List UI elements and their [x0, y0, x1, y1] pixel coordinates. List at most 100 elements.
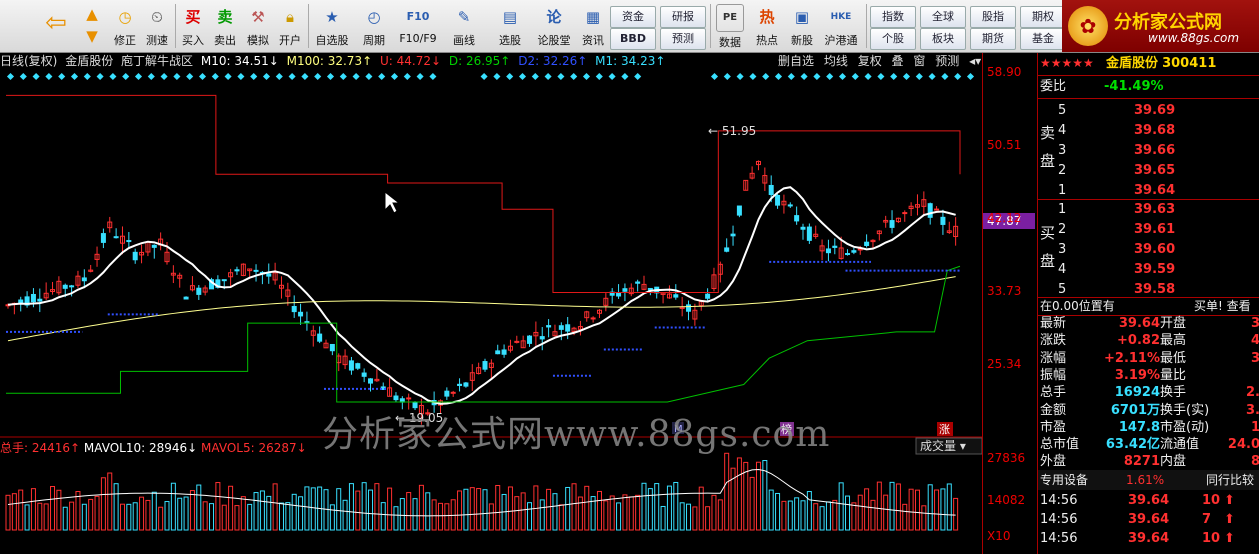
tab-moving-average[interactable]: 均线 — [824, 54, 848, 68]
volume-bar — [425, 492, 431, 531]
scroll-buttons[interactable]: ▲ ▼ — [80, 2, 104, 50]
rating-stars: ★★★★★ — [1040, 56, 1094, 70]
new-stock-button[interactable]: ▣ 新股 — [786, 2, 818, 50]
kline-chart[interactable]: ← 51.95← 19.05涨榜M成交量 ▾ — [0, 70, 982, 554]
stock-select-button[interactable]: ▤ 选股 — [492, 2, 528, 50]
buy-icon: 买 — [185, 8, 201, 26]
tab-window[interactable]: 窗 — [913, 54, 925, 68]
hot-button[interactable]: 热 热点 — [751, 2, 783, 50]
tab-remove-watchlist[interactable]: 删自选 — [778, 54, 814, 68]
data-button[interactable]: PE 数据 — [714, 2, 746, 50]
ask-row[interactable]: 3 39.66 — [1038, 141, 1259, 161]
ask-row[interactable]: 1 39.64 — [1038, 181, 1259, 201]
stock-name: 金盾股份 — [1105, 56, 1158, 71]
period-button[interactable]: ◴ 周期 — [356, 2, 392, 50]
options-button[interactable]: 期权 — [1020, 6, 1066, 28]
global-button[interactable]: 全球 — [920, 6, 966, 28]
signal-diamond — [813, 72, 821, 81]
candle-body — [845, 253, 851, 256]
hammer-icon: ⚒ — [251, 8, 265, 26]
open-account-button[interactable]: 🔒︎ 开户 — [275, 2, 305, 50]
ask-row[interactable]: 2 39.65 — [1038, 161, 1259, 181]
tab-forecast[interactable]: 预测 — [935, 54, 959, 68]
signal-diamond — [186, 72, 194, 81]
up-arrow-icon[interactable]: ▲ — [82, 4, 102, 24]
volume-bar — [457, 490, 463, 531]
period-label[interactable]: 日线(复权) — [0, 54, 57, 68]
bid-row[interactable]: 3 39.60 — [1038, 240, 1259, 260]
futures-button[interactable]: 期货 — [970, 28, 1016, 50]
bbd-button[interactable]: BBD — [610, 28, 656, 50]
f10-button[interactable]: F10 F10/F9 — [398, 2, 438, 50]
volume-bar — [794, 497, 800, 531]
index-button[interactable]: 指数 — [870, 6, 916, 28]
candle-body — [450, 391, 456, 394]
signal-diamond — [275, 72, 283, 81]
indicator-name[interactable]: 庖丁解牛战区 — [121, 54, 193, 68]
forum-button[interactable]: 论 论股堂 — [534, 2, 574, 50]
fund-button[interactable]: 资金 — [610, 6, 656, 28]
volume-bar — [310, 487, 316, 531]
m1-value: M1: 34.23↑ — [595, 54, 666, 68]
axis-label: 25.34 — [987, 357, 1022, 371]
industry-row: 专用设备 1.61% 同行比较 — [1038, 470, 1259, 490]
volume-bar — [870, 499, 876, 531]
volume-bar — [635, 494, 641, 531]
fund-market-button[interactable]: 基金 — [1020, 28, 1066, 50]
news-button[interactable]: ▦ 资讯 — [578, 2, 608, 50]
signal-diamond — [954, 72, 962, 81]
candle-body — [463, 382, 469, 387]
signal-diamond — [851, 72, 859, 81]
candle-body — [616, 292, 622, 297]
hk-connect-icon: HKE — [830, 12, 852, 22]
volume-bar — [81, 503, 87, 531]
volume-bar — [813, 503, 819, 531]
down-arrow-icon[interactable]: ▼ — [82, 26, 102, 46]
quote-row: 金额 6701万 换手(实) 3. — [1040, 402, 1259, 418]
signal-diamond — [723, 72, 731, 81]
back-button[interactable]: ⇦ — [38, 2, 74, 50]
high-annotation: ← 51.95 — [708, 124, 756, 138]
axis-label: 14082 — [987, 493, 1026, 507]
weibi-value: -41.49% — [1104, 79, 1164, 94]
candle-body — [768, 184, 774, 196]
chevron-down-icon[interactable]: ◂▾ — [969, 54, 981, 68]
axis-label: 33.73 — [987, 284, 1022, 298]
bid-row[interactable]: 2 39.61 — [1038, 220, 1259, 240]
stock-index-futures-button[interactable]: 股指 — [970, 6, 1016, 28]
volume-bar — [857, 494, 863, 531]
candle-body — [317, 333, 323, 342]
period-icon: ◴ — [367, 8, 381, 26]
watchlist-button[interactable]: ★ 自选股 — [312, 2, 352, 50]
ask-row[interactable]: 4 39.68 — [1038, 121, 1259, 141]
tab-overlay[interactable]: 叠 — [892, 54, 904, 68]
draw-line-button[interactable]: ✎ 画线 — [446, 2, 482, 50]
stock-code: 300411 — [1162, 56, 1217, 71]
volume-bar — [908, 488, 914, 531]
research-button[interactable]: 研报 — [660, 6, 706, 28]
candle-body — [221, 279, 227, 282]
simulate-button[interactable]: ⚒ 模拟 — [243, 2, 273, 50]
hk-connect-button[interactable]: HKE 沪港通 — [820, 2, 862, 50]
candle-body — [851, 250, 857, 253]
toolbar-button-fix[interactable]: ◷ 修正 — [110, 2, 140, 50]
sector-button[interactable]: 板块 — [920, 28, 966, 50]
forecast-button[interactable]: 预测 — [660, 28, 706, 50]
buy-button[interactable]: 买 买入 — [178, 2, 208, 50]
tab-adjust[interactable]: 复权 — [858, 54, 882, 68]
candle-body — [30, 293, 36, 303]
toolbar-button-speed[interactable]: ⏲ 测速 — [142, 2, 172, 50]
sell-button[interactable]: 卖 卖出 — [210, 2, 240, 50]
star-list-icon: ★ — [325, 8, 339, 26]
individual-stock-button[interactable]: 个股 — [870, 28, 916, 50]
volume-bar — [285, 502, 291, 531]
ask-row[interactable]: 5 39.69 — [1038, 101, 1259, 121]
signal-diamond — [608, 72, 616, 81]
volume-bar — [781, 500, 787, 531]
brand-logo: ✿ 分析家公式网 www.88gs.com — [1062, 0, 1259, 52]
candle-body — [927, 203, 933, 218]
bid-row[interactable]: 4 39.59 — [1038, 260, 1259, 280]
candle-body — [368, 378, 374, 384]
volume-bar — [476, 488, 482, 531]
bid-row[interactable]: 1 39.63 — [1038, 200, 1259, 220]
